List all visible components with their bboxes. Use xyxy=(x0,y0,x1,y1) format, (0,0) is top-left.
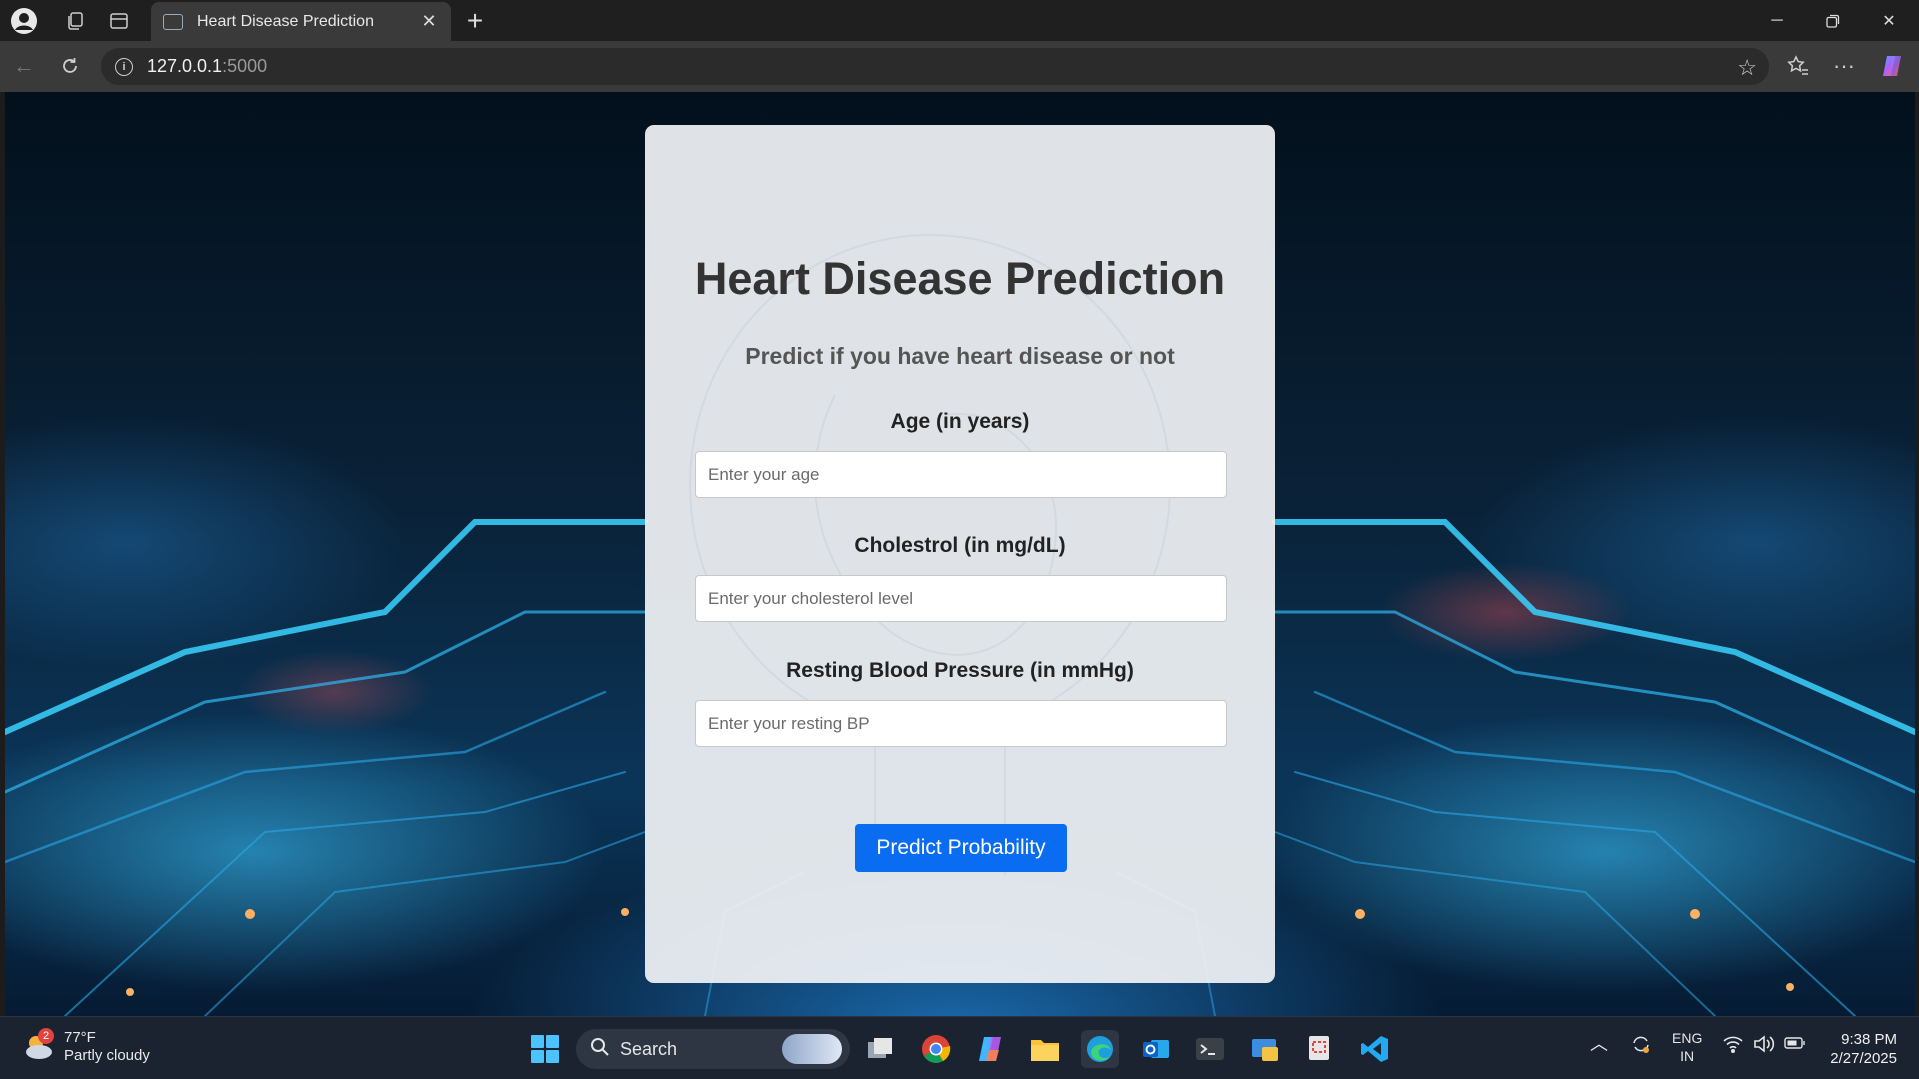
new-tab-plus-icon[interactable]: + xyxy=(458,4,492,38)
site-info-icon[interactable]: i xyxy=(115,57,133,76)
favorites-icon[interactable] xyxy=(1781,49,1815,83)
age-label: Age (in years) xyxy=(890,410,1030,433)
more-options-icon[interactable]: ··· xyxy=(1827,49,1861,83)
favorite-star-icon[interactable]: ☆ xyxy=(1737,55,1757,81)
outlook-icon[interactable] xyxy=(1137,1030,1175,1068)
task-view-icon[interactable] xyxy=(862,1030,900,1068)
age-input[interactable] xyxy=(695,451,1227,498)
vscode-icon[interactable] xyxy=(1356,1030,1394,1068)
resting-bp-label: Resting Blood Pressure (in mmHg) xyxy=(786,659,1134,682)
browser-tab-strip: Heart Disease Prediction ✕ + ─ ✕ xyxy=(0,0,1919,41)
copilot-app-icon[interactable] xyxy=(971,1030,1009,1068)
resting-bp-input[interactable] xyxy=(695,700,1227,747)
weather-badge: 2 xyxy=(38,1028,54,1044)
page-title: Heart Disease Prediction xyxy=(694,253,1226,304)
wifi-icon[interactable] xyxy=(1723,1035,1743,1057)
close-window-icon[interactable]: ✕ xyxy=(1861,0,1917,41)
weather-widget[interactable]: 2 77°F Partly cloudy xyxy=(22,1028,150,1065)
weather-temperature: 77°F xyxy=(64,1029,96,1046)
page-subtitle: Predict if you have heart disease or not xyxy=(745,343,1175,369)
url-port: :5000 xyxy=(222,56,268,76)
profile-avatar-icon[interactable] xyxy=(9,6,39,36)
partly-cloudy-icon: 2 xyxy=(22,1028,56,1062)
prediction-form-card: Heart Disease Prediction Predict if you … xyxy=(645,125,1275,983)
workspaces-icon[interactable] xyxy=(60,6,90,36)
chrome-icon[interactable] xyxy=(917,1030,955,1068)
snipping-tool-icon[interactable] xyxy=(1301,1030,1339,1068)
search-icon xyxy=(590,1037,610,1062)
clock-date: 2/27/2025 xyxy=(1830,1050,1897,1067)
edge-browser-icon[interactable] xyxy=(1081,1030,1119,1068)
url-host: 127.0.0.1 xyxy=(147,56,223,76)
battery-icon[interactable] xyxy=(1784,1036,1806,1054)
sync-icon[interactable] xyxy=(1630,1033,1652,1059)
page-favicon-icon xyxy=(163,13,183,30)
windows-taskbar: 2 77°F Partly cloudy Search ︿ ENG IN 9:3… xyxy=(0,1016,1919,1079)
weather-condition: Partly cloudy xyxy=(64,1047,150,1064)
vertical-tabs-icon[interactable] xyxy=(104,6,134,36)
file-explorer-icon[interactable] xyxy=(1026,1030,1064,1068)
control-panel-icon[interactable] xyxy=(1246,1030,1284,1068)
language-code: ENG xyxy=(1672,1030,1703,1046)
predict-probability-button[interactable]: Predict Probability xyxy=(855,824,1067,872)
page-viewport: Heart Disease Prediction Predict if you … xyxy=(5,92,1915,1016)
search-label: Search xyxy=(620,1038,678,1059)
address-bar[interactable]: i 127.0.0.1:5000 ☆ xyxy=(101,48,1769,85)
restore-icon[interactable] xyxy=(1805,0,1861,41)
tab-heart-disease-prediction[interactable]: Heart Disease Prediction ✕ xyxy=(151,2,451,41)
taskbar-search-box[interactable]: Search xyxy=(576,1029,850,1069)
tab-close-icon[interactable]: ✕ xyxy=(419,11,439,32)
cholesterol-label: Cholestrol (in mg/dL) xyxy=(854,534,1066,557)
search-highlight-icon xyxy=(782,1034,842,1064)
minimize-icon[interactable]: ─ xyxy=(1749,0,1805,41)
heart-watermark-image xyxy=(689,234,1171,875)
clock-time: 9:38 PM xyxy=(1841,1031,1897,1048)
windows-start-icon[interactable] xyxy=(526,1030,564,1068)
terminal-icon[interactable] xyxy=(1191,1030,1229,1068)
back-arrow-icon[interactable]: ← xyxy=(7,49,41,83)
browser-toolbar: ← i 127.0.0.1:5000 ☆ ··· xyxy=(0,41,1919,92)
system-clock[interactable]: 9:38 PM 2/27/2025 xyxy=(1830,1030,1897,1068)
tab-title: Heart Disease Prediction xyxy=(197,12,374,30)
volume-icon[interactable] xyxy=(1753,1035,1775,1057)
cholesterol-input[interactable] xyxy=(695,575,1227,622)
reload-icon[interactable] xyxy=(53,49,87,83)
show-hidden-icons-chevron-icon[interactable]: ︿ xyxy=(1590,1035,1608,1053)
copilot-icon[interactable] xyxy=(1875,49,1909,83)
language-indicator[interactable]: ENG IN xyxy=(1672,1029,1702,1065)
language-region: IN xyxy=(1680,1048,1695,1064)
